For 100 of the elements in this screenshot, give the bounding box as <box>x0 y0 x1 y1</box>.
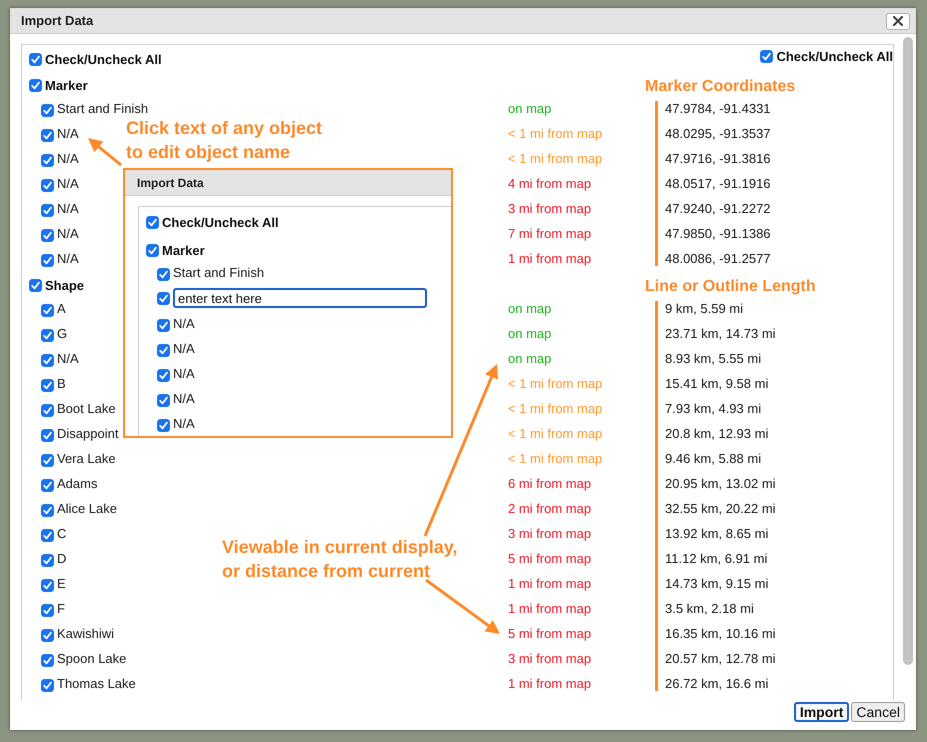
object-name[interactable]: N/A <box>57 351 79 366</box>
distance-status: < 1 mi from map <box>508 376 602 391</box>
coordinates: 48.0295, -91.3537 <box>665 126 771 141</box>
checkbox[interactable] <box>41 529 54 542</box>
object-name[interactable]: N/A <box>173 341 195 356</box>
annotation-heading: Line or Outline Length <box>645 278 816 296</box>
checkbox[interactable] <box>157 292 170 304</box>
coordinates: 47.9784, -91.4331 <box>665 101 771 116</box>
distance-status: on map <box>508 301 552 316</box>
checkbox[interactable] <box>157 319 170 332</box>
object-name[interactable]: Start and Finish <box>57 101 148 116</box>
checkbox[interactable] <box>41 104 54 117</box>
checkbox[interactable] <box>41 354 54 367</box>
checkbox[interactable] <box>41 229 54 242</box>
object-name[interactable]: Vera Lake <box>57 451 116 466</box>
name-input[interactable]: enter text here <box>173 288 427 308</box>
object-name[interactable]: D <box>57 551 66 566</box>
checkbox[interactable] <box>41 554 54 567</box>
checkbox[interactable] <box>41 304 54 317</box>
object-name[interactable]: Thomas Lake <box>57 676 136 691</box>
distance-status: on map <box>508 351 552 366</box>
checkbox[interactable] <box>41 679 54 692</box>
import-button[interactable]: Import <box>794 702 850 722</box>
object-name[interactable]: N/A <box>57 251 79 266</box>
object-name[interactable]: N/A <box>57 151 79 166</box>
distance-status: < 1 mi from map <box>508 401 602 416</box>
callout-text: Viewable in current display, or distance from current <box>222 536 458 583</box>
object-name[interactable]: N/A <box>173 391 195 406</box>
length-value: 8.93 km, 5.55 mi <box>665 351 762 366</box>
checkbox[interactable] <box>157 369 170 382</box>
checkbox[interactable] <box>41 504 54 517</box>
checkbox[interactable] <box>41 154 54 167</box>
object-name[interactable]: Start and Finish <box>173 265 264 280</box>
object-name[interactable]: G <box>57 326 68 341</box>
distance-status: 7 mi from map <box>508 226 592 241</box>
length-value: 7.93 km, 4.93 mi <box>665 401 762 416</box>
distance-status: 3 mi from map <box>508 651 592 666</box>
checkbox[interactable] <box>760 50 774 62</box>
coordinates: 47.9850, -91.1386 <box>665 226 771 241</box>
checkbox[interactable] <box>157 394 170 407</box>
checkbox[interactable] <box>157 268 170 281</box>
coordinates: 48.0086, -91.2577 <box>665 251 771 266</box>
length-value: 11.12 km, 6.91 mi <box>665 551 768 566</box>
length-value: 26.72 km, 16.6 mi <box>665 676 768 691</box>
object-name[interactable]: N/A <box>57 126 79 141</box>
object-name[interactable]: C <box>57 526 66 541</box>
checkbox[interactable] <box>29 52 42 66</box>
distance-status: on map <box>508 101 552 116</box>
object-name[interactable]: Spoon Lake <box>57 651 126 666</box>
object-name[interactable]: Adams <box>57 476 98 491</box>
distance-status: 6 mi from map <box>508 476 592 491</box>
object-name[interactable]: N/A <box>173 416 195 431</box>
checkbox[interactable] <box>41 204 54 217</box>
distance-status: < 1 mi from map <box>508 151 602 166</box>
checkbox[interactable] <box>41 579 54 592</box>
checkbox[interactable] <box>146 216 159 228</box>
length-value: 32.55 km, 20.22 mi <box>665 501 776 516</box>
checkbox[interactable] <box>41 254 54 267</box>
object-name[interactable]: Boot Lake <box>57 401 116 416</box>
distance-status: < 1 mi from map <box>508 126 602 141</box>
checkbox[interactable] <box>146 244 159 257</box>
checkbox[interactable] <box>41 429 54 442</box>
distance-status: 1 mi from map <box>508 251 592 266</box>
object-name[interactable]: E <box>57 576 66 591</box>
checkbox[interactable] <box>41 404 54 417</box>
object-name[interactable]: N/A <box>173 316 195 331</box>
checkbox[interactable] <box>29 79 42 92</box>
object-name[interactable]: Kawishiwi <box>57 626 114 641</box>
checkbox[interactable] <box>157 344 170 357</box>
checkbox[interactable] <box>41 454 54 467</box>
object-name[interactable]: N/A <box>173 366 195 381</box>
checkbox[interactable] <box>157 419 170 432</box>
group-label: Marker <box>162 243 205 258</box>
close-button[interactable] <box>886 12 910 30</box>
checkbox[interactable] <box>41 379 54 392</box>
object-name[interactable]: A <box>57 301 66 316</box>
object-name[interactable]: B <box>57 376 66 391</box>
dialog-title: Import Data <box>137 176 204 190</box>
checkbox[interactable] <box>41 479 54 492</box>
checkbox[interactable] <box>41 604 54 617</box>
object-name[interactable]: N/A <box>57 176 79 191</box>
object-name[interactable]: N/A <box>57 226 79 241</box>
checkbox[interactable] <box>41 654 54 667</box>
length-value: 3.5 km, 2.18 mi <box>665 601 754 616</box>
distance-status: 4 mi from map <box>508 176 592 191</box>
checkbox[interactable] <box>41 179 54 192</box>
cancel-button[interactable]: Cancel <box>851 702 905 722</box>
object-name[interactable]: N/A <box>57 201 79 216</box>
checkbox[interactable] <box>29 279 42 292</box>
length-value: 16.35 km, 10.16 mi <box>665 626 776 641</box>
distance-status: 3 mi from map <box>508 201 592 216</box>
checkbox[interactable] <box>41 629 54 642</box>
object-name[interactable]: Alice Lake <box>57 501 117 516</box>
scrollbar-thumb[interactable] <box>903 37 913 665</box>
group-label: Marker <box>45 78 88 93</box>
object-name[interactable]: Disappoint <box>57 426 118 441</box>
checkbox[interactable] <box>41 329 54 342</box>
distance-status: on map <box>508 326 552 341</box>
checkbox[interactable] <box>41 129 54 142</box>
object-name[interactable]: F <box>57 601 65 616</box>
